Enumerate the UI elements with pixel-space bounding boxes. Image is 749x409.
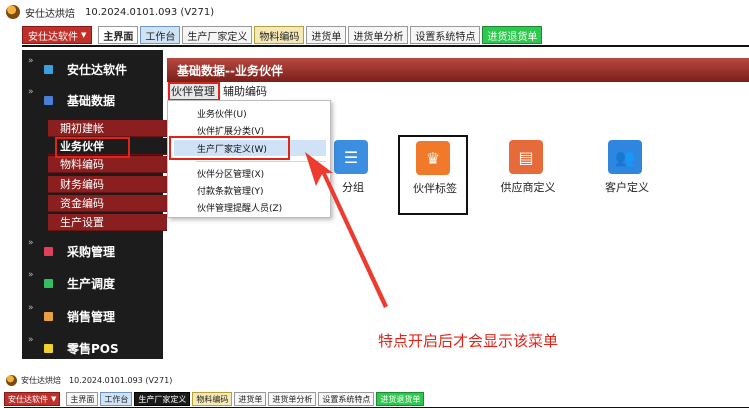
chevron-double-right-icon: » <box>28 303 34 313</box>
module-label: 销售管理 <box>67 310 116 324</box>
tab-purchase-return[interactable]: 进货退货单 <box>482 26 543 44</box>
tile-label: 伙伴标签 <box>413 182 457 195</box>
app-menu-label: 安仕达软件 <box>8 394 48 404</box>
document-icon: ▤ <box>509 140 543 174</box>
tab-manufacturer-definition[interactable]: 生产厂家定义 <box>134 392 191 406</box>
highlight-box <box>168 82 220 101</box>
tab-manufacturer-definition[interactable]: 生产厂家定义 <box>182 26 253 44</box>
tile-supplier-definition[interactable]: ▤ 供应商定义 <box>493 136 563 216</box>
sidebar-module-purchase[interactable]: » 采购管理 <box>22 238 163 262</box>
bottom-window: 安仕达烘焙 10.2024.0101.093 (V271) 安仕达软件 ▼ 主界… <box>0 368 749 409</box>
dropdown-item-partner-reminder[interactable]: 伙伴管理提醒人员(Z) <box>174 199 326 215</box>
app-version: 10.2024.0101.093 (V271) <box>85 6 215 18</box>
sidebar: » 安仕达软件 » 基础数据 期初建帐 业务伙伴 物料编码 财务编码 资金编码 … <box>22 50 181 359</box>
blue-square-icon <box>44 96 53 105</box>
users-icon: 👥 <box>608 140 642 174</box>
app-menu-label: 安仕达软件 <box>28 31 78 43</box>
bottom-tab-bar: 安仕达软件 ▼ 主界面 工作台 生产厂家定义 物料编码 进货单 进货单分析 设置… <box>4 392 426 406</box>
app-title: 安仕达烘焙 <box>21 376 61 385</box>
chevron-double-right-icon: » <box>28 238 34 248</box>
module-label: 基础数据 <box>67 94 116 108</box>
module-label: 安仕达软件 <box>67 63 128 77</box>
red-square-icon <box>44 247 53 256</box>
sidebar-module-retail-pos[interactable]: » 零售POS <box>22 335 163 359</box>
sidebar-module-sales[interactable]: » 销售管理 <box>22 303 163 327</box>
app-logo-icon <box>6 5 20 19</box>
crown-icon: ♛ <box>416 141 450 175</box>
module-label: 零售POS <box>67 342 119 356</box>
yellow-square-icon <box>44 344 53 353</box>
app-logo-icon <box>6 375 17 386</box>
sidebar-item-opening[interactable]: 期初建帐 <box>48 120 181 137</box>
tab-bar: 安仕达软件 ▼ 主界面 工作台 生产厂家定义 物料编码 进货单 进货单分析 设置… <box>22 26 544 44</box>
title-bar: 安仕达烘焙 10.2024.0101.093 (V271) <box>6 4 214 20</box>
chevron-double-right-icon: » <box>28 270 34 280</box>
tab-home[interactable]: 主界面 <box>66 392 99 406</box>
module-label: 生产调度 <box>67 277 116 291</box>
tile-partner-tag[interactable]: ♛ 伙伴标签 <box>398 135 468 215</box>
tab-workbench[interactable]: 工作台 <box>100 392 133 406</box>
chevron-double-down-icon: » <box>28 87 34 97</box>
app-menu-button[interactable]: 安仕达软件 ▼ <box>4 392 61 406</box>
dropdown-item-business-partner[interactable]: 业务伙伴(U) <box>174 105 326 121</box>
annotation-text: 特点开启后才会显示该菜单 <box>378 332 559 350</box>
sidebar-item-finance-code[interactable]: 财务编码 <box>48 176 181 193</box>
sidebar-module-anshida[interactable]: » 安仕达软件 <box>22 56 163 80</box>
chevron-double-right-icon: » <box>28 335 34 345</box>
app-title: 安仕达烘焙 <box>25 8 75 20</box>
tab-home[interactable]: 主界面 <box>98 26 139 44</box>
chevron-double-right-icon: » <box>28 56 34 66</box>
sidebar-module-production[interactable]: » 生产调度 <box>22 270 163 294</box>
bottom-divider <box>4 407 749 408</box>
bottom-title-bar: 安仕达烘焙 10.2024.0101.093 (V271) <box>6 375 172 386</box>
tab-system-features[interactable]: 设置系统特点 <box>318 392 375 406</box>
tab-material-code[interactable]: 物料编码 <box>192 392 233 406</box>
panel-menubar: 伙伴管理 辅助编码 <box>167 82 749 99</box>
tab-purchase-return[interactable]: 进货退货单 <box>376 392 425 406</box>
list-icon: ☰ <box>334 140 368 174</box>
green-square-icon <box>44 279 53 288</box>
highlight-box <box>169 136 290 160</box>
tab-workbench[interactable]: 工作台 <box>140 26 181 44</box>
caret-down-icon: ▼ <box>51 395 57 403</box>
sidebar-item-material-code[interactable]: 物料编码 <box>48 156 181 173</box>
sidebar-item-fund-code[interactable]: 资金编码 <box>48 195 181 212</box>
dropdown-separator <box>196 161 326 162</box>
sidebar-item-production-settings[interactable]: 生产设置 <box>48 214 181 231</box>
panel-header: 基础数据--业务伙伴 <box>167 58 749 82</box>
tile-customer-definition[interactable]: 👥 客户定义 <box>592 136 662 216</box>
sidebar-module-basic-data[interactable]: » 基础数据 <box>22 87 163 111</box>
tab-purchase-analysis[interactable]: 进货单分析 <box>348 26 409 44</box>
app-menu-button[interactable]: 安仕达软件 ▼ <box>22 26 93 44</box>
dropdown-item-partner-region[interactable]: 伙伴分区管理(X) <box>174 165 326 181</box>
orange-square-icon <box>44 312 53 321</box>
tab-purchase-order[interactable]: 进货单 <box>306 26 347 44</box>
app-version: 10.2024.0101.093 (V271) <box>69 376 173 385</box>
tab-purchase-order[interactable]: 进货单 <box>234 392 267 406</box>
tab-material-code[interactable]: 物料编码 <box>254 26 305 44</box>
tile-label: 供应商定义 <box>500 181 556 194</box>
caret-down-icon: ▼ <box>81 31 87 39</box>
tab-purchase-analysis[interactable]: 进货单分析 <box>268 392 317 406</box>
tab-system-features[interactable]: 设置系统特点 <box>410 26 481 44</box>
tab-divider <box>22 45 749 47</box>
highlight-box <box>55 137 130 158</box>
module-label: 采购管理 <box>67 245 116 259</box>
tile-label: 客户定义 <box>605 181 649 194</box>
blue-square-icon <box>44 65 53 74</box>
dropdown-item-payment-terms[interactable]: 付款条款管理(Y) <box>174 182 326 198</box>
menu-auxiliary-code[interactable]: 辅助编码 <box>219 82 271 99</box>
